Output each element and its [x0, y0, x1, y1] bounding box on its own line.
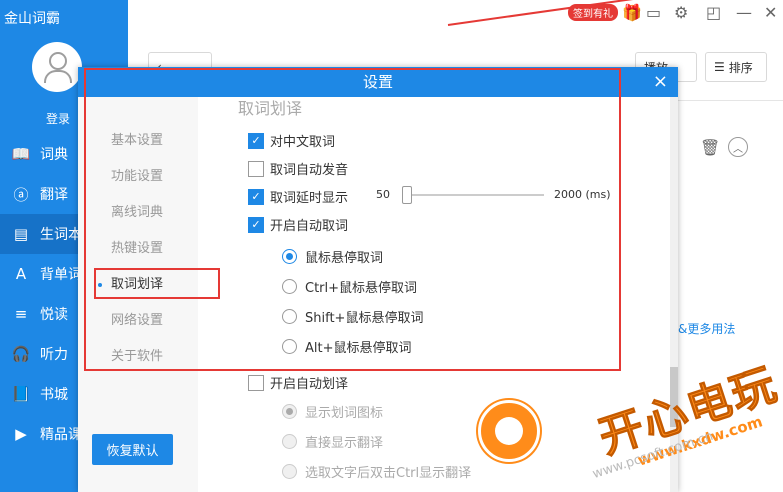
settings-nav-basic[interactable]: 基本设置	[78, 123, 198, 159]
window-icon[interactable]: ▭	[646, 3, 661, 22]
close-window-icon[interactable]: ✕	[764, 3, 777, 22]
chevron-up-icon[interactable]: ︿	[728, 137, 748, 157]
watermark: 开心电玩 www.kxdw.com www.pcsoft.com.cn	[470, 358, 783, 492]
mini-mode-icon[interactable]: ◰	[706, 3, 721, 22]
dialog-title: 设置	[362, 73, 393, 91]
checkbox[interactable]: ✓	[248, 188, 264, 205]
settings-nav-about[interactable]: 关于软件	[78, 339, 198, 375]
login-link[interactable]: 登录	[46, 110, 70, 127]
radio-ctrl-hover[interactable]: Ctrl+鼠标悬停取词	[282, 277, 417, 296]
settings-nav-network[interactable]: 网络设置	[78, 303, 198, 339]
slider-max-label: 2000 (ms)	[554, 188, 611, 201]
bookstore-icon: 📘	[11, 385, 31, 403]
gear-icon[interactable]: ⚙	[674, 3, 688, 22]
radio-mouse-hover[interactable]: 鼠标悬停取词	[282, 247, 383, 266]
section-title: 取词划译	[238, 99, 303, 118]
settings-nav-capture[interactable]: 取词划译	[78, 267, 198, 303]
sort-button[interactable]: ☰ 排序	[705, 52, 767, 82]
headphones-icon: 🎧	[11, 345, 31, 363]
play-icon: ▶	[15, 425, 27, 443]
reading-icon: ≡	[14, 305, 28, 323]
checkbox[interactable]	[248, 160, 264, 177]
sort-icon: ☰	[714, 60, 725, 74]
restore-default-button[interactable]: 恢复默认	[92, 434, 173, 465]
delay-slider-track[interactable]	[402, 194, 544, 196]
settings-nav: 基本设置 功能设置 离线词典 热键设置 取词划译 网络设置 关于软件 恢复默认	[78, 97, 198, 492]
close-icon[interactable]: ×	[653, 67, 668, 97]
settings-nav-function[interactable]: 功能设置	[78, 159, 198, 195]
checkbox[interactable]: ✓	[248, 216, 264, 233]
dialog-header: 设置 ×	[78, 67, 678, 97]
radio-direct-translate[interactable]: 直接显示翻译	[282, 432, 383, 451]
radio[interactable]	[282, 434, 297, 449]
slider-min-label: 50	[376, 188, 390, 201]
option-auto-translate[interactable]: 开启自动划译	[248, 373, 348, 392]
more-usage-link[interactable]: &更多用法	[678, 320, 735, 337]
watermark-logo-icon	[478, 400, 540, 462]
radio[interactable]	[282, 249, 297, 264]
title-bar: 签到有礼 🎁 ▭ ⚙ ◰ — ✕	[128, 0, 783, 30]
radio[interactable]	[282, 464, 297, 479]
app-title: 金山词霸	[4, 11, 60, 27]
radio-show-icon[interactable]: 显示划词图标	[282, 402, 383, 421]
translate-icon: ⓐ	[13, 185, 29, 204]
trash-icon[interactable]: 🗑	[700, 138, 720, 157]
option-chinese-capture[interactable]: ✓ 对中文取词	[248, 131, 335, 150]
memorize-icon: A	[15, 265, 27, 283]
settings-nav-offline[interactable]: 离线词典	[78, 195, 198, 231]
book-icon: 📖	[11, 145, 31, 163]
radio-double-ctrl[interactable]: 选取文字后双击Ctrl显示翻译	[282, 462, 471, 481]
checkbox[interactable]: ✓	[248, 132, 264, 149]
option-auto-capture[interactable]: ✓ 开启自动取词	[248, 215, 348, 234]
option-delay-display[interactable]: ✓ 取词延时显示	[248, 187, 348, 206]
radio[interactable]	[282, 339, 297, 354]
radio-shift-hover[interactable]: Shift+鼠标悬停取词	[282, 307, 423, 326]
settings-nav-hotkey[interactable]: 热键设置	[78, 231, 198, 267]
checkbox[interactable]	[248, 374, 264, 391]
radio[interactable]	[282, 404, 297, 419]
option-auto-speak[interactable]: 取词自动发音	[248, 159, 348, 178]
radio[interactable]	[282, 279, 297, 294]
delay-slider-thumb[interactable]	[402, 186, 412, 204]
avatar[interactable]	[32, 42, 82, 92]
gift-icon[interactable]: 🎁	[622, 3, 642, 22]
radio[interactable]	[282, 309, 297, 324]
minimize-icon[interactable]: —	[736, 3, 752, 22]
radio-alt-hover[interactable]: Alt+鼠标悬停取词	[282, 337, 412, 356]
wordbook-icon: ▤	[13, 225, 29, 243]
